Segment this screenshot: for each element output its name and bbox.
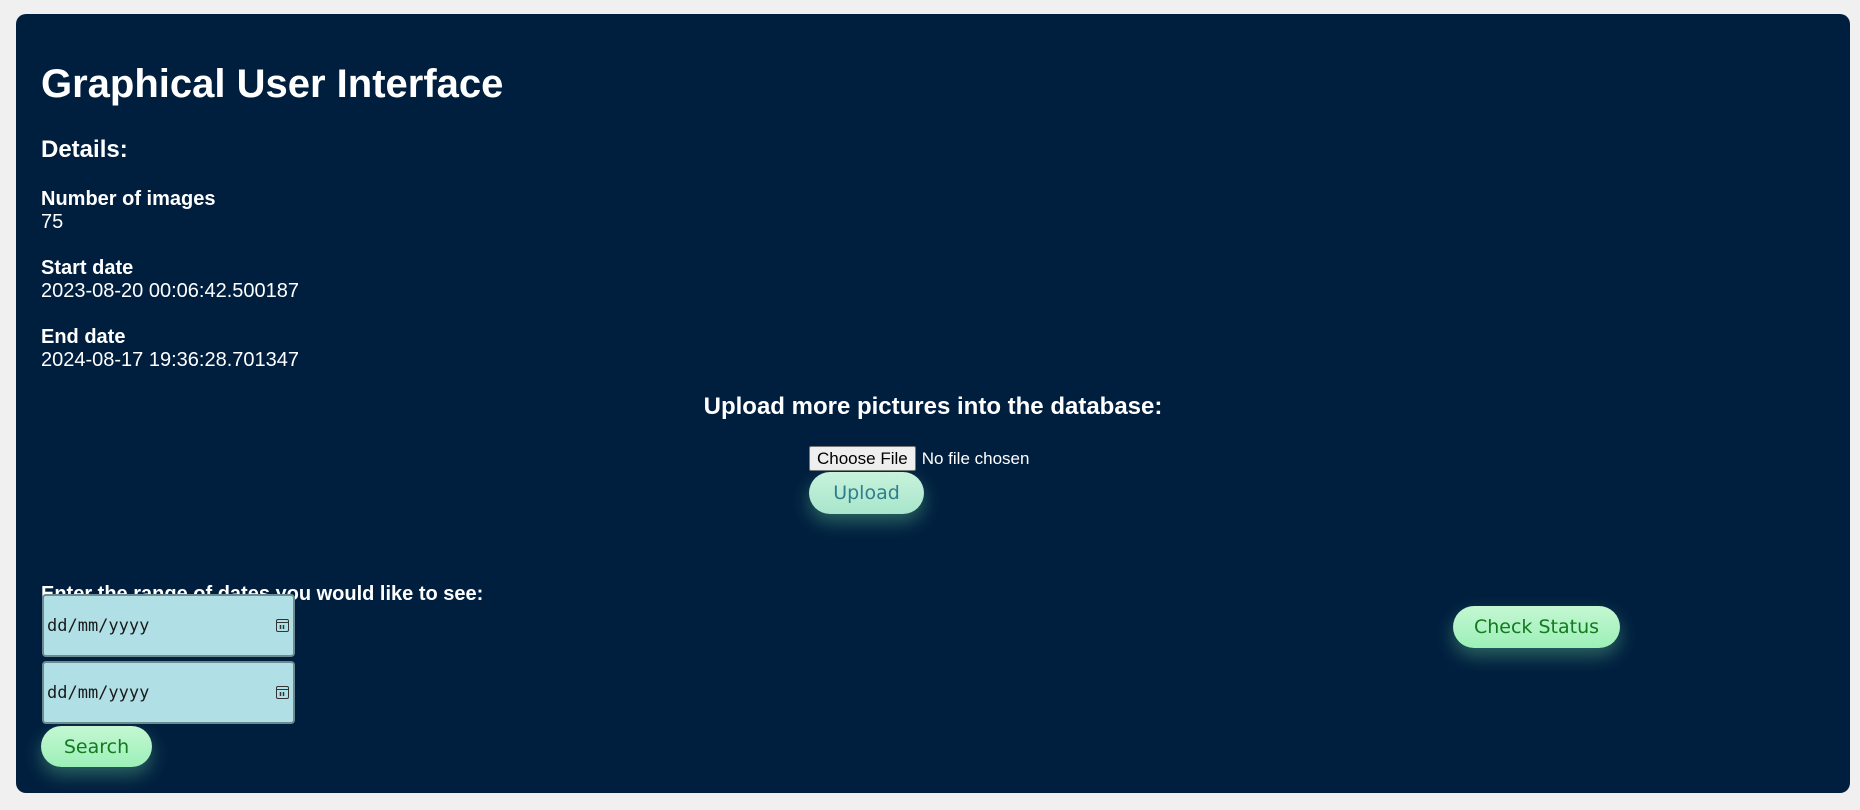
start-date-placeholder: dd/mm/yyyy — [47, 615, 150, 636]
upload-heading: Upload more pictures into the database: — [703, 393, 1163, 420]
end-date-input[interactable]: dd/mm/yyyy — [42, 661, 295, 724]
calendar-icon[interactable] — [276, 686, 289, 699]
detail-value-start: 2023-08-20 00:06:42.500187 — [41, 280, 300, 302]
page-title: Graphical User Interface — [41, 62, 504, 106]
main-panel: Graphical User Interface Details: Number… — [16, 14, 1850, 793]
detail-value-images: 75 — [41, 211, 64, 233]
details-heading: Details: — [41, 136, 128, 163]
detail-start-date: Start date 2023-08-20 00:06:42.500187 — [41, 257, 299, 303]
start-date-input[interactable]: dd/mm/yyyy — [42, 594, 295, 657]
check-status-button[interactable]: Check Status — [1453, 606, 1620, 648]
detail-label-start: Start date — [41, 257, 134, 279]
file-input: Choose File No file chosen — [809, 446, 1029, 471]
no-file-status: No file chosen — [921, 448, 1030, 468]
upload-button[interactable]: Upload — [809, 472, 924, 514]
end-date-placeholder: dd/mm/yyyy — [47, 682, 150, 703]
search-button[interactable]: Search — [41, 726, 152, 767]
choose-file-button[interactable]: Choose File — [809, 446, 916, 471]
detail-label-end: End date — [41, 326, 126, 348]
detail-label-images: Number of images — [41, 188, 216, 210]
detail-end-date: End date 2024-08-17 19:36:28.701347 — [41, 326, 299, 372]
detail-number-of-images: Number of images 75 — [41, 188, 215, 234]
calendar-icon[interactable] — [276, 619, 289, 632]
detail-value-end: 2024-08-17 19:36:28.701347 — [41, 349, 300, 371]
